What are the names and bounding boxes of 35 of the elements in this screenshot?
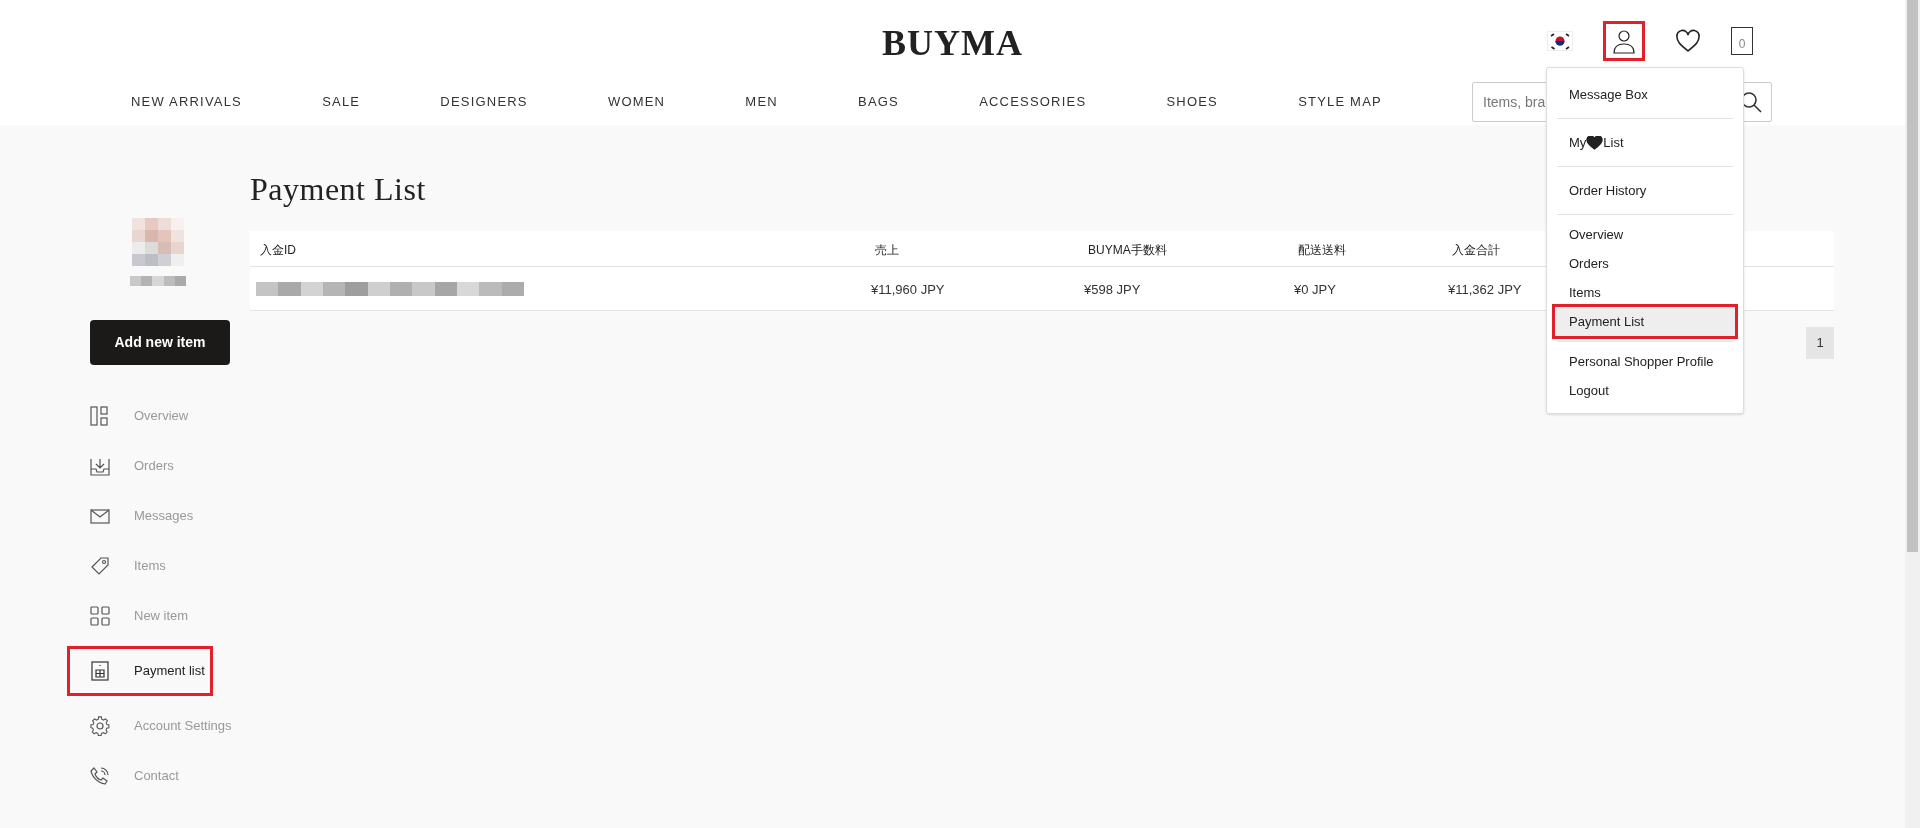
- cart-button[interactable]: 0: [1731, 27, 1753, 55]
- menu-item[interactable]: Overview: [1552, 220, 1738, 249]
- menu-item[interactable]: Logout: [1552, 376, 1738, 405]
- menu-item[interactable]: Orders: [1552, 249, 1738, 278]
- page-button[interactable]: 1: [1806, 327, 1834, 359]
- column-header: 配送送料: [1298, 242, 1346, 257]
- nav-link[interactable]: DESIGNERS: [440, 92, 528, 112]
- nav-link[interactable]: SHOES: [1166, 92, 1218, 112]
- menu-item[interactable]: Payment List: [1552, 304, 1738, 339]
- menu-label: My: [1569, 133, 1587, 152]
- nav-link[interactable]: SALE: [322, 92, 361, 112]
- table-cell: ¥0 JPY: [1294, 281, 1336, 297]
- table-cell: ¥11,362 JPY: [1448, 281, 1522, 297]
- nav-link[interactable]: MEN: [745, 92, 778, 112]
- nav-link[interactable]: ACCESSORIES: [979, 92, 1087, 112]
- nav-link[interactable]: WOMEN: [607, 92, 666, 112]
- menu-item[interactable]: Order History: [1552, 172, 1738, 209]
- column-header: BUYMA手数料: [1088, 242, 1167, 257]
- column-header: 入金ID: [260, 242, 296, 257]
- menu-item[interactable]: Message Box: [1552, 76, 1738, 113]
- add-item-button[interactable]: Add new item: [90, 320, 230, 365]
- table-cell: ¥11,960 JPY: [871, 281, 945, 297]
- sidebar-item[interactable]: Payment list: [67, 646, 213, 696]
- menu-item[interactable]: My List: [1552, 124, 1738, 161]
- logo[interactable]: BUYMA: [882, 12, 1023, 70]
- column-header: 売上: [875, 242, 899, 257]
- nav-link[interactable]: STYLE MAP: [1298, 92, 1382, 112]
- nav-link[interactable]: BAGS: [858, 92, 899, 112]
- table-cell: ¥598 JPY: [1084, 281, 1141, 297]
- page-title: Payment List: [250, 170, 426, 209]
- nav-link[interactable]: NEW ARRIVALS: [131, 92, 242, 112]
- menu-item[interactable]: Personal Shopper Profile: [1552, 347, 1738, 376]
- menu-item[interactable]: Items: [1552, 278, 1738, 307]
- menu-label: List: [1603, 133, 1624, 152]
- column-header: 入金合計: [1452, 242, 1500, 257]
